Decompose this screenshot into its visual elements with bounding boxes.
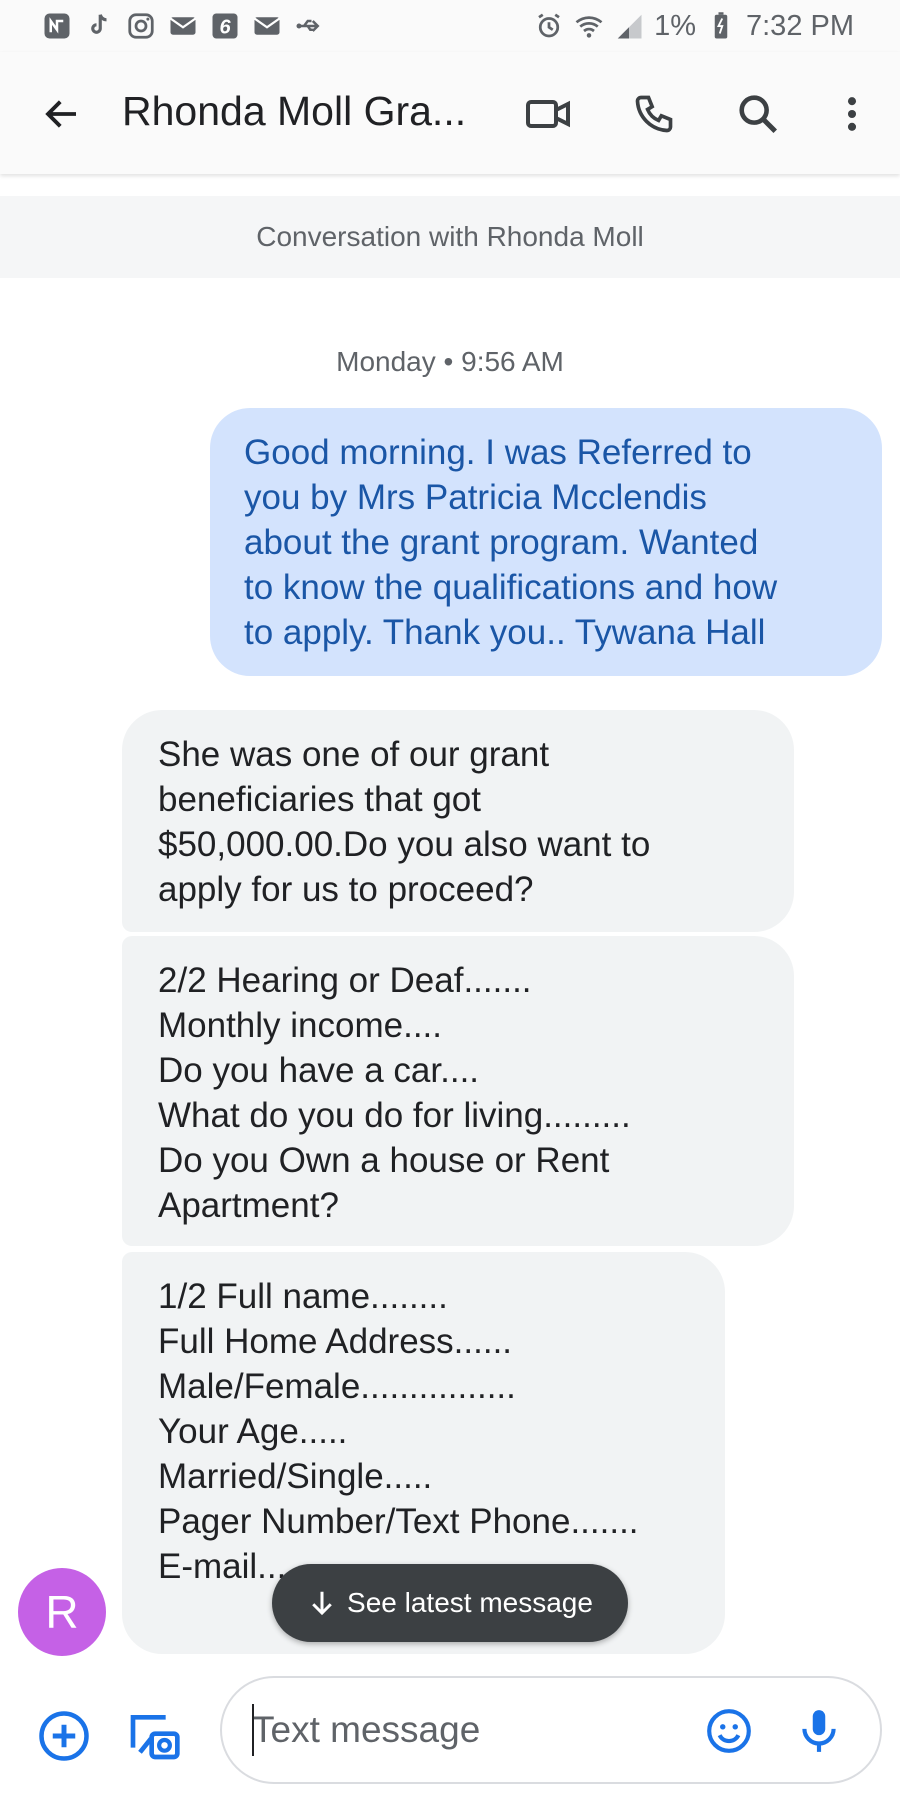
mail-icon [252,11,282,41]
app-n-icon [42,11,72,41]
battery-percent: 1% [654,9,696,42]
outgoing-message[interactable]: Good morning. I was Referred to you by M… [210,408,882,676]
video-call-icon [526,100,570,128]
more-options-button[interactable] [822,84,882,144]
signal-icon [614,11,644,41]
emoji-button[interactable] [700,1702,758,1760]
see-latest-message-button[interactable]: See latest message [272,1564,628,1642]
add-circle-icon [39,1711,89,1761]
usb-icon [294,11,324,41]
tiktok-icon [84,11,114,41]
microphone-icon [802,1710,836,1752]
six-icon: 6 [210,11,240,41]
mail-icon [168,11,198,41]
arrow-back-icon [45,100,76,128]
status-bar: 6 1% 7:32 PM [0,0,900,52]
more-vert-icon [847,97,857,131]
system-status: 1% 7:32 PM [534,10,854,43]
gallery-button[interactable] [124,1706,184,1766]
phone-icon [635,95,673,133]
see-latest-message-label: See latest message [347,1587,593,1618]
search-button[interactable] [728,84,788,144]
call-button[interactable] [624,84,684,144]
compose-bar [0,1662,900,1800]
conversation-title[interactable]: Rhonda Moll Gra... [122,88,466,135]
back-button[interactable] [38,90,86,138]
video-call-button[interactable] [518,84,578,144]
svg-text:6: 6 [219,17,231,39]
contact-avatar[interactable]: R [18,1568,106,1656]
arrow-down-icon [312,1591,332,1616]
clock: 7:32 PM [746,9,854,42]
message-input-container [220,1676,882,1784]
message-input[interactable] [252,1709,692,1751]
conversation-banner-text: Conversation with Rhonda Moll [256,221,644,252]
text-cursor [252,1704,254,1756]
alarm-icon [534,11,564,41]
incoming-message[interactable]: 2/2 Hearing or Deaf....... Monthly incom… [122,936,794,1246]
conversation-banner: Conversation with Rhonda Moll [0,196,900,278]
incoming-message[interactable]: She was one of our grant beneficiaries t… [122,710,794,932]
app-bar: Rhonda Moll Gra... [0,52,900,174]
wifi-icon [574,11,604,41]
emoji-icon [707,1709,751,1753]
battery-icon [706,11,736,41]
notification-icons: 6 [42,11,324,41]
search-icon [739,95,778,134]
gallery-camera-icon [130,1715,180,1760]
message-timestamp: Monday • 9:56 AM [336,346,564,377]
add-attachment-button[interactable] [34,1706,94,1766]
voice-input-button[interactable] [790,1702,848,1760]
instagram-icon [126,11,156,41]
